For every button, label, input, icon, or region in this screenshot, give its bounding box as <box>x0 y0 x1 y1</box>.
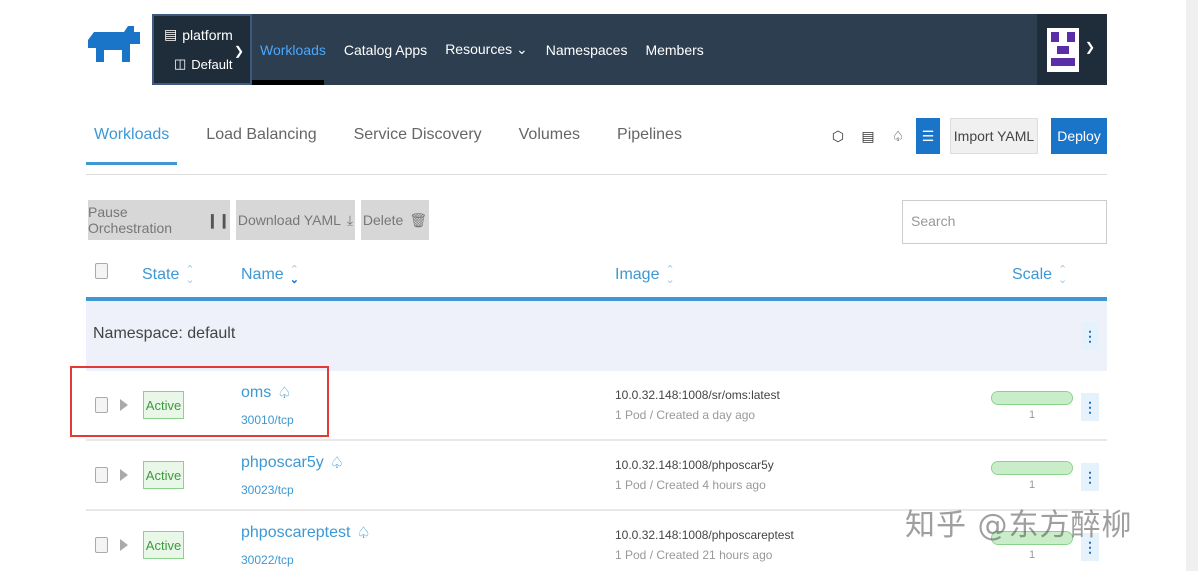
workload-tabs: Workloads Load Balancing Service Discove… <box>86 118 690 165</box>
download-icon: ⤓ <box>346 211 354 228</box>
workload-type-icon: ♤ <box>356 525 371 542</box>
workload-name-link[interactable]: phposcareptest ♤ <box>241 523 371 543</box>
pause-icon: ❙❙ <box>206 211 230 228</box>
sort-icon: ⌃ ⌄ <box>185 264 195 286</box>
import-yaml-button[interactable]: Import YAML <box>950 118 1038 154</box>
group-view-icon[interactable]: ♤ <box>886 118 910 154</box>
deploy-button[interactable]: Deploy <box>1051 118 1107 154</box>
avatar <box>1047 28 1079 72</box>
scale-header-label: Scale <box>1012 266 1053 283</box>
project-icon: ◫ <box>174 56 187 71</box>
status-badge: Active <box>143 531 184 559</box>
scrollbar[interactable] <box>1186 0 1198 571</box>
sort-icon: ⌃ ⌄ <box>1058 264 1068 286</box>
pod-meta: 1 Pod / Created 21 hours ago <box>615 548 773 562</box>
nav-workloads[interactable]: Workloads <box>260 42 326 58</box>
status-badge: Active <box>143 461 184 489</box>
select-all-checkbox[interactable] <box>95 263 108 279</box>
workload-type-icon: ♤ <box>329 455 345 472</box>
row-checkbox[interactable] <box>95 537 108 553</box>
expand-icon[interactable] <box>120 469 128 481</box>
nav-catalog-apps[interactable]: Catalog Apps <box>344 42 427 58</box>
port-link[interactable]: 30022/tcp <box>241 553 294 567</box>
pause-orchestration-label: Pause Orchestration <box>88 204 173 236</box>
row-menu-icon[interactable]: ⋮ <box>1081 393 1099 421</box>
image-column-header[interactable]: Image ⌃ ⌄ <box>615 264 675 286</box>
delete-button[interactable]: Delete 🗑 <box>361 200 429 240</box>
trash-icon: 🗑 <box>409 211 428 228</box>
scale-bar <box>991 461 1073 475</box>
namespace-menu-icon[interactable]: ⋮ <box>1081 322 1099 350</box>
port-link[interactable]: 30023/tcp <box>241 483 294 497</box>
state-column-header[interactable]: State ⌃ ⌄ <box>142 264 195 286</box>
nav-namespaces[interactable]: Namespaces <box>546 42 628 58</box>
node-view-icon[interactable]: ⬡ <box>826 118 850 154</box>
top-navigation-bar: ▤ platform ◫ Default ❯ Workloads Catalog… <box>152 14 1107 85</box>
annotation-highlight-box <box>70 366 329 437</box>
scale-column-header[interactable]: Scale ⌃ ⌄ <box>1012 264 1068 286</box>
image-path: 10.0.32.148:1008/phposcareptest <box>615 528 794 542</box>
nav-members[interactable]: Members <box>645 42 703 58</box>
download-yaml-label: Download YAML <box>237 212 341 228</box>
name-column-header[interactable]: Name ⌃ ⌄ <box>241 264 299 286</box>
delete-label: Delete <box>362 212 404 228</box>
row-checkbox[interactable] <box>95 467 108 483</box>
tab-workloads[interactable]: Workloads <box>86 118 178 165</box>
namespace-group-header: Namespace: default ⋮ <box>86 301 1107 371</box>
cluster-name: platform <box>182 26 233 43</box>
scale-fill <box>992 462 1072 474</box>
list-view-icon[interactable]: ▤ <box>856 118 880 154</box>
scale-count: 1 <box>1029 409 1036 421</box>
chevron-down-icon: ❯ <box>1085 40 1096 54</box>
rancher-workloads-page: ▤ platform ◫ Default ❯ Workloads Catalog… <box>0 0 1198 571</box>
tabs-divider <box>86 174 1107 175</box>
sort-icon: ⌃ ⌄ <box>289 264 299 286</box>
rancher-logo-icon[interactable] <box>84 22 144 72</box>
workload-name: phposcareptest <box>241 524 351 541</box>
name-header-label: Name <box>241 266 284 283</box>
image-header-label: Image <box>615 266 660 283</box>
tab-pipelines[interactable]: Pipelines <box>609 118 690 165</box>
download-yaml-button[interactable]: Download YAML ⤓ <box>236 200 355 240</box>
main-nav: Workloads Catalog Apps Resources ⌄ Names… <box>260 14 704 85</box>
user-menu[interactable]: ❯ <box>1037 14 1107 85</box>
sort-icon: ⌃ ⌄ <box>665 264 675 286</box>
image-path: 10.0.32.148:1008/phposcar5y <box>615 458 774 472</box>
pod-meta: 1 Pod / Created a day ago <box>615 408 756 422</box>
watermark: 知乎 @东方醉柳 <box>905 508 1133 543</box>
nav-resources-label: Resources <box>445 41 513 57</box>
chevron-down-icon: ⌄ <box>516 41 528 57</box>
pause-orchestration-button[interactable]: Pause Orchestration ❙❙ <box>88 200 230 240</box>
state-header-label: State <box>142 266 180 283</box>
tab-volumes[interactable]: Volumes <box>511 118 588 165</box>
tab-service-discovery[interactable]: Service Discovery <box>346 118 490 165</box>
scale-fill <box>992 392 1072 404</box>
expand-icon[interactable] <box>120 539 128 551</box>
pod-meta: 1 Pod / Created 4 hours ago <box>615 478 766 492</box>
tree-view-icon[interactable]: ☰ <box>916 118 940 154</box>
chevron-down-icon: ❯ <box>233 44 244 58</box>
scale-bar <box>991 391 1073 405</box>
view-mode-switcher: ⬡ ▤ ♤ ☰ <box>826 118 940 154</box>
workload-name: phposcar5y <box>241 454 324 471</box>
namespace-label: Namespace: default <box>93 325 236 342</box>
project-name: Default <box>191 56 233 72</box>
tab-load-balancing[interactable]: Load Balancing <box>198 118 324 165</box>
nav-resources[interactable]: Resources ⌄ <box>445 41 528 58</box>
cluster-icon: ▤ <box>164 26 178 42</box>
workload-name-link[interactable]: phposcar5y ♤ <box>241 453 344 473</box>
scale-count: 1 <box>1029 549 1036 561</box>
scale-count: 1 <box>1029 479 1036 491</box>
image-path: 10.0.32.148:1008/sr/oms:latest <box>615 388 780 402</box>
search-input[interactable]: Search <box>902 200 1107 244</box>
cluster-project-switcher[interactable]: ▤ platform ◫ Default ❯ <box>152 14 252 85</box>
row-menu-icon[interactable]: ⋮ <box>1081 463 1099 491</box>
